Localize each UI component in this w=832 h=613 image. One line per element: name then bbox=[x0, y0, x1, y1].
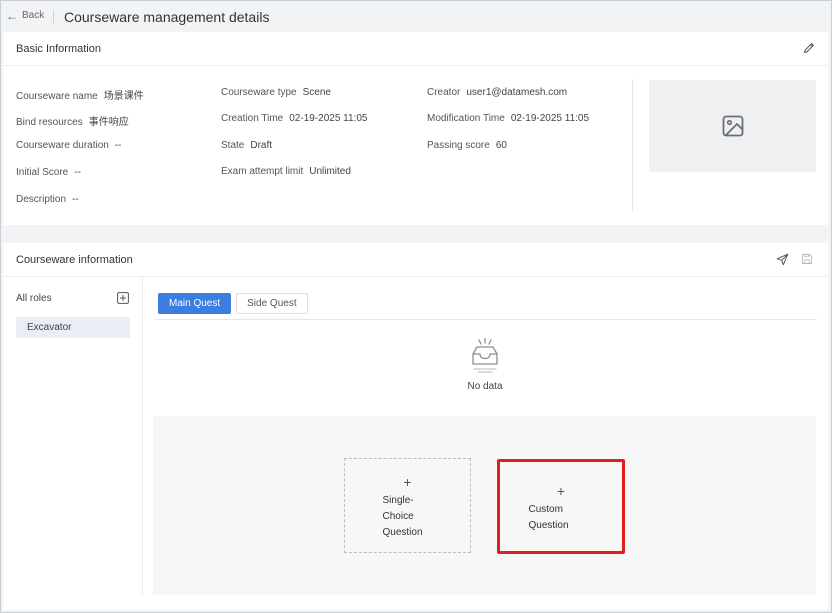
tabs-underline bbox=[155, 319, 817, 320]
custom-question-label: Custom Question bbox=[528, 504, 569, 531]
add-single-choice-question-button[interactable]: + Single-Choice Question bbox=[344, 458, 471, 553]
field-state: State Draft bbox=[221, 140, 273, 151]
page-title: Courseware management details bbox=[64, 9, 270, 25]
tab-main-quest[interactable]: Main Quest bbox=[158, 293, 232, 314]
field-description: Description -- bbox=[16, 194, 79, 205]
basic-information-header: Basic Information bbox=[3, 32, 828, 66]
courseware-information-title: Courseware information bbox=[16, 254, 133, 266]
empty-inbox-icon bbox=[472, 337, 498, 373]
edit-icon[interactable] bbox=[802, 41, 816, 55]
no-data-text: No data bbox=[467, 381, 503, 392]
all-roles-label: All roles bbox=[16, 293, 52, 304]
field-creator: Creator user1@datamesh.com bbox=[427, 87, 568, 98]
single-choice-question-label: Single-Choice Question bbox=[382, 495, 423, 538]
field-initial-score: Initial Score -- bbox=[16, 167, 81, 178]
back-label: Back bbox=[22, 10, 45, 21]
courseware-information-panel: Courseware information All roles Excavat… bbox=[3, 243, 828, 610]
add-question-area: + Single-Choice Question + Custom Questi… bbox=[153, 416, 816, 595]
field-courseware-type: Courseware type Scene bbox=[221, 87, 331, 98]
role-item-excavator[interactable]: Excavator bbox=[16, 317, 130, 338]
add-custom-question-button[interactable]: + Custom Question bbox=[497, 459, 625, 554]
add-role-icon[interactable] bbox=[117, 292, 129, 304]
plus-icon: + bbox=[403, 474, 412, 490]
roles-sidebar: All roles Excavator bbox=[3, 277, 143, 596]
empty-state: No data bbox=[461, 337, 509, 392]
field-courseware-name: Courseware name 场景课件 bbox=[16, 91, 144, 102]
basic-info-divider bbox=[632, 79, 633, 212]
quest-tabs: Main Quest Side Quest bbox=[158, 293, 313, 314]
field-courseware-duration: Courseware duration -- bbox=[16, 140, 122, 151]
cover-image-placeholder[interactable] bbox=[649, 80, 816, 172]
header-divider bbox=[53, 10, 54, 24]
plus-icon: + bbox=[556, 483, 566, 499]
save-icon[interactable] bbox=[801, 253, 813, 265]
field-creation-time: Creation Time 02-19-2025 11:05 bbox=[221, 113, 368, 124]
basic-information-panel: Basic Information Courseware name 场景课件 Co… bbox=[3, 32, 828, 225]
basic-information-title: Basic Information bbox=[16, 43, 101, 55]
back-arrow-icon: ← bbox=[6, 8, 18, 23]
tab-side-quest[interactable]: Side Quest bbox=[236, 293, 308, 314]
field-bind-resources: Bind resources 事件响应 bbox=[16, 117, 129, 128]
send-icon[interactable] bbox=[776, 253, 789, 266]
top-bar: ← Back Courseware management details bbox=[1, 1, 831, 32]
courseware-information-header: Courseware information bbox=[3, 243, 828, 277]
back-button[interactable]: ← Back bbox=[6, 8, 45, 23]
field-passing-score: Passing score 60 bbox=[427, 140, 507, 151]
field-modification-time: Modification Time 02-19-2025 11:05 bbox=[427, 113, 590, 124]
field-exam-attempt-limit: Exam attempt limit Unlimited bbox=[221, 166, 351, 177]
image-icon bbox=[722, 115, 743, 137]
